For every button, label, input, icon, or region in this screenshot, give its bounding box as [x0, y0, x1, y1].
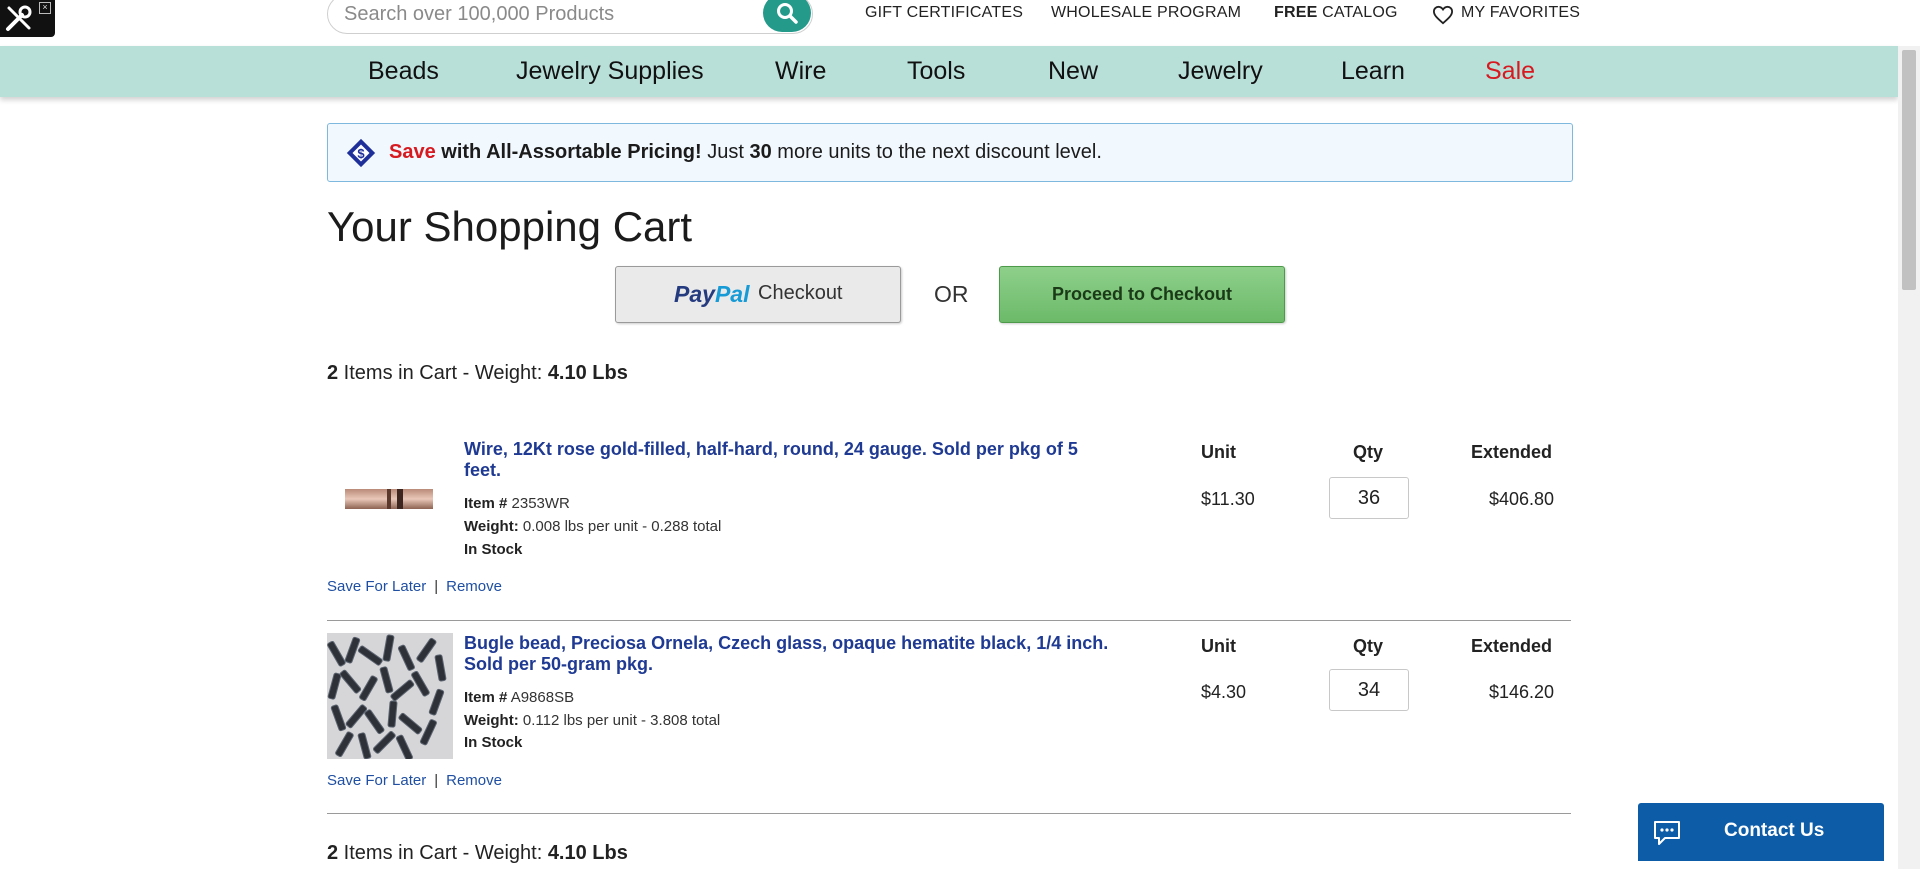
save-for-later-link[interactable]: Save For Later	[327, 578, 426, 595]
free-catalog-link[interactable]: FREE CATALOG	[1274, 4, 1398, 22]
item-number-value: A9868SB	[510, 689, 575, 706]
nav-beads[interactable]: Beads	[368, 57, 439, 86]
favorites-label: MY FAVORITES	[1461, 4, 1581, 21]
nav-wire[interactable]: Wire	[775, 57, 826, 86]
item-actions: Save For Later | Remove	[327, 578, 502, 595]
item-weight: Weight: 0.112 lbs per unit - 3.808 total	[464, 712, 720, 729]
action-separator: |	[434, 772, 439, 789]
item-number-label: Item #	[464, 495, 508, 512]
extended-column-header: Extended	[1471, 636, 1553, 656]
promo-text: Save with All-Assortable Pricing! Just 3…	[389, 141, 1102, 164]
item-number: Item # 2353WR	[464, 495, 570, 512]
assortable-pricing-banner: $ Save with All-Assortable Pricing! Just…	[327, 123, 1573, 182]
close-icon[interactable]: ×	[39, 2, 51, 14]
unit-column-header: Unit	[1201, 636, 1236, 656]
page-title: Your Shopping Cart	[327, 203, 693, 250]
item-weight-label: Weight:	[464, 518, 519, 535]
item-actions: Save For Later | Remove	[327, 772, 502, 789]
promo-count: 30	[749, 141, 772, 163]
dollar-diamond-icon: $	[346, 138, 376, 168]
cart-weight: 4.10 Lbs	[547, 362, 628, 384]
extended-price: $406.80	[1489, 489, 1555, 509]
product-name-link[interactable]: Wire, 12Kt rose gold-filled, half-hard, …	[464, 439, 1114, 481]
paypal-checkout-button[interactable]: PayPal Checkout	[615, 266, 901, 323]
product-image-bugle-bead[interactable]	[327, 633, 453, 761]
item-weight-value: 0.008 lbs per unit - 0.288 total	[522, 518, 722, 535]
stock-status: In Stock	[464, 734, 523, 751]
cart-summary-text: Items in Cart - Weight:	[338, 362, 548, 384]
paypal-logo: PayPal	[674, 281, 749, 308]
nav-sale[interactable]: Sale	[1485, 57, 1535, 86]
nav-jewelry[interactable]: Jewelry	[1178, 57, 1263, 86]
paypal-logo-pay: Pay	[674, 281, 715, 307]
item-number-value: 2353WR	[511, 495, 570, 512]
promo-pre: Just	[701, 141, 750, 163]
action-separator: |	[434, 578, 439, 595]
unit-price: $11.30	[1201, 489, 1255, 509]
nav-jewelry-supplies[interactable]: Jewelry Supplies	[516, 57, 704, 86]
cart-summary-top: 2 Items in Cart - Weight: 4.10 Lbs	[327, 362, 628, 385]
heart-icon	[1432, 5, 1454, 25]
unit-price: $4.30	[1201, 682, 1247, 702]
contact-us-label: Contact Us	[1724, 820, 1825, 841]
quantity-input[interactable]	[1329, 669, 1409, 711]
my-favorites-link[interactable]: MY FAVORITES	[1432, 4, 1581, 25]
item-divider	[327, 813, 1571, 814]
remove-link[interactable]: Remove	[446, 772, 502, 789]
cart-count: 2	[327, 362, 339, 384]
cart-summary-bottom: 2 Items in Cart - Weight: 4.10 Lbs	[327, 842, 628, 865]
gift-certificates-link[interactable]: GIFT CERTIFICATES	[865, 4, 1023, 22]
nav-new[interactable]: New	[1048, 57, 1098, 86]
unit-column-header: Unit	[1201, 442, 1236, 462]
search-input[interactable]	[342, 0, 766, 29]
item-number-label: Item #	[464, 689, 508, 706]
item-divider	[327, 620, 1571, 621]
extended-column-header: Extended	[1471, 442, 1553, 462]
nav-tools[interactable]: Tools	[907, 57, 965, 86]
chat-icon	[1654, 821, 1680, 845]
promo-post: more units to the next discount level.	[771, 141, 1102, 163]
item-number: Item # A9868SB	[464, 689, 574, 706]
paypal-logo-pal: Pal	[714, 281, 750, 307]
save-for-later-link[interactable]: Save For Later	[327, 772, 426, 789]
cart-summary-text: Items in Cart - Weight:	[338, 842, 548, 864]
promo-bold: with All-Assortable Pricing!	[435, 141, 702, 163]
dev-tools-badge[interactable]: ×	[0, 0, 55, 37]
scrollbar-thumb[interactable]	[1902, 50, 1916, 290]
catalog-label: CATALOG	[1317, 4, 1398, 21]
item-weight-value: 0.112 lbs per unit - 3.808 total	[522, 712, 721, 729]
svg-text:$: $	[357, 146, 365, 161]
product-image-wire[interactable]	[327, 436, 453, 562]
qty-column-header: Qty	[1353, 636, 1384, 656]
search-icon	[777, 3, 798, 24]
main-nav: Beads Jewelry Supplies Wire Tools New Je…	[0, 46, 1898, 97]
search-button[interactable]	[763, 0, 811, 32]
contact-us-button[interactable]: Contact Us	[1638, 803, 1884, 861]
proceed-to-checkout-button[interactable]: Proceed to Checkout	[999, 266, 1285, 323]
search-bar	[327, 0, 813, 34]
product-name-link[interactable]: Bugle bead, Preciosa Ornela, Czech glass…	[464, 633, 1114, 675]
item-weight: Weight: 0.008 lbs per unit - 0.288 total	[464, 518, 721, 535]
remove-link[interactable]: Remove	[446, 578, 502, 595]
cart-weight: 4.10 Lbs	[547, 842, 628, 864]
promo-save: Save	[389, 141, 436, 163]
quantity-input[interactable]	[1329, 477, 1409, 519]
tools-icon	[6, 5, 32, 31]
item-weight-label: Weight:	[464, 712, 519, 729]
extended-price: $146.20	[1489, 682, 1555, 702]
qty-column-header: Qty	[1353, 442, 1384, 462]
wholesale-program-link[interactable]: WHOLESALE PROGRAM	[1051, 4, 1241, 22]
stock-status: In Stock	[464, 541, 523, 558]
cart-count: 2	[327, 842, 339, 864]
catalog-free-label: FREE	[1274, 4, 1318, 21]
nav-learn[interactable]: Learn	[1341, 57, 1405, 86]
paypal-checkout-label: Checkout	[758, 282, 843, 304]
or-separator: OR	[934, 281, 969, 307]
